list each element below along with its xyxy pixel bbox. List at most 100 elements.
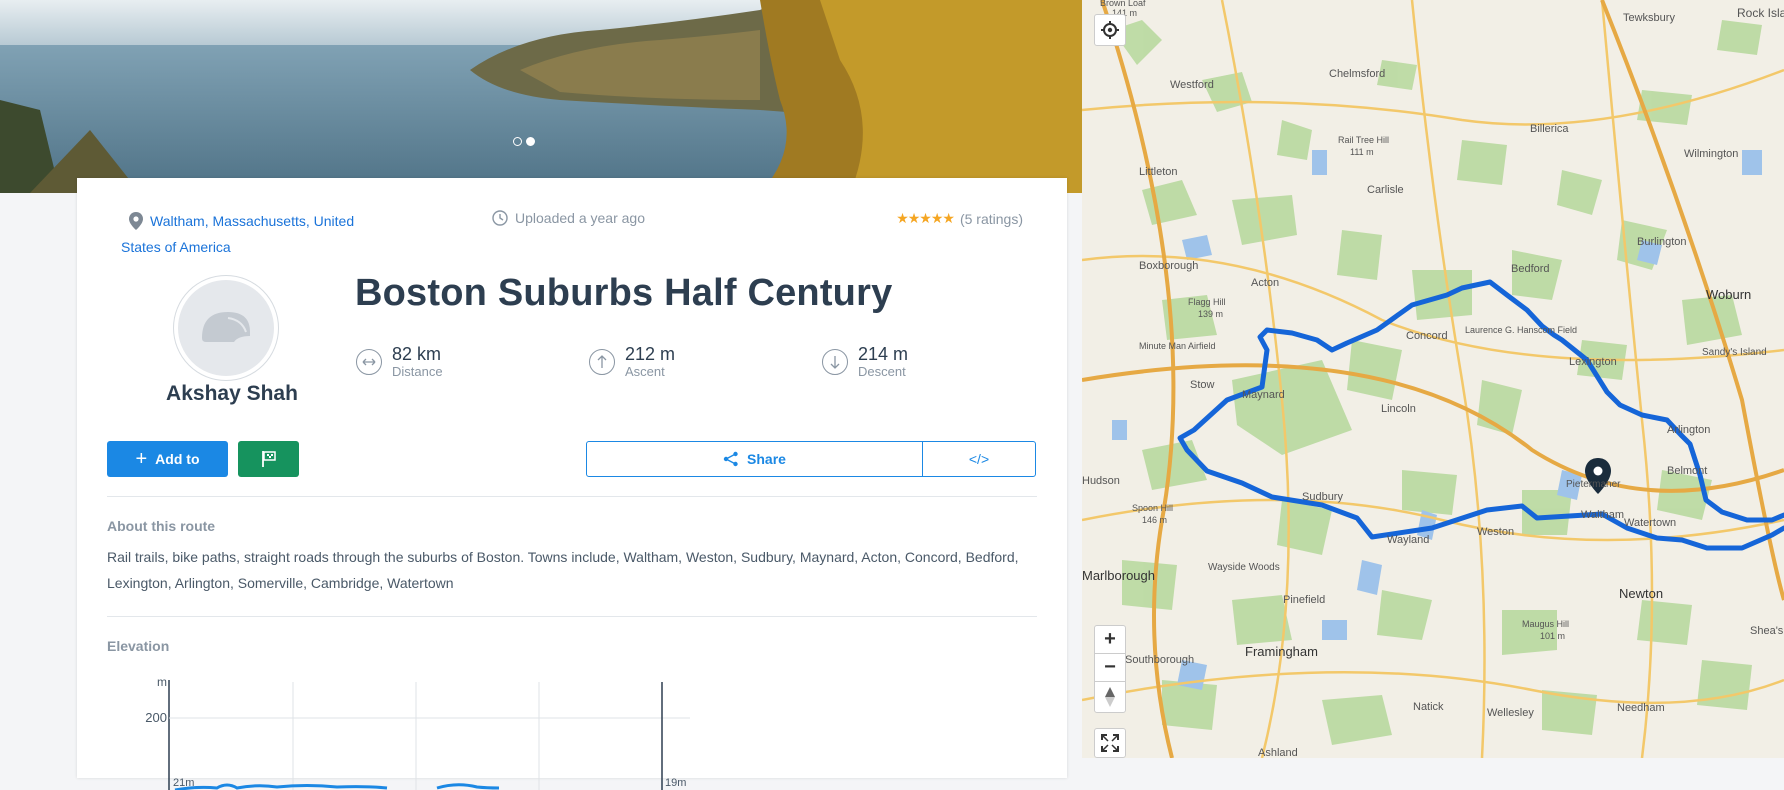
svg-text:Woburn: Woburn bbox=[1706, 287, 1751, 302]
rating-stars[interactable]: ★★★★★ bbox=[896, 210, 955, 227]
fullscreen-button[interactable] bbox=[1094, 728, 1126, 758]
expand-icon bbox=[1101, 734, 1119, 752]
svg-text:Waltham: Waltham bbox=[1581, 509, 1624, 521]
svg-text:Maynard: Maynard bbox=[1242, 389, 1285, 401]
svg-text:Pietermaner: Pietermaner bbox=[1566, 479, 1621, 490]
route-rating[interactable]: ★★★★★ (5 ratings) bbox=[896, 210, 1023, 227]
descent-value: 214 m bbox=[858, 344, 909, 364]
elevation-profile-line bbox=[174, 783, 500, 790]
location-text[interactable]: Waltham, Massachusetts, United States of… bbox=[121, 208, 381, 260]
stat-descent: 214 m Descent bbox=[822, 344, 908, 380]
svg-text:Littleton: Littleton bbox=[1139, 166, 1178, 178]
svg-text:Stow: Stow bbox=[1190, 379, 1215, 391]
svg-text:Flagg Hill: Flagg Hill bbox=[1188, 297, 1226, 307]
share-button[interactable]: Share bbox=[586, 441, 923, 477]
elevation-end-label: 19m bbox=[665, 777, 686, 789]
page-title: Boston Suburbs Half Century bbox=[355, 272, 893, 314]
distance-value: 82 km bbox=[392, 344, 442, 364]
arrow-up-icon bbox=[589, 349, 615, 375]
svg-text:Natick: Natick bbox=[1413, 701, 1444, 713]
hero-image bbox=[0, 0, 1082, 193]
zoom-in-button[interactable]: + bbox=[1094, 625, 1126, 654]
uploaded-text: Uploaded a year ago bbox=[515, 210, 645, 226]
svg-text:Billerica: Billerica bbox=[1530, 123, 1569, 135]
svg-text:Ashland: Ashland bbox=[1258, 747, 1298, 758]
embed-button[interactable]: </> bbox=[922, 441, 1036, 477]
add-to-label: Add to bbox=[155, 451, 200, 467]
svg-text:Arlington: Arlington bbox=[1667, 424, 1710, 436]
svg-text:Acton: Acton bbox=[1251, 277, 1279, 289]
rating-count[interactable]: (5 ratings) bbox=[960, 211, 1023, 227]
svg-text:Boxborough: Boxborough bbox=[1139, 260, 1198, 272]
route-map[interactable]: Tewksbury Rock Island Brown Loaf 141 m C… bbox=[1082, 0, 1784, 758]
divider bbox=[107, 616, 1037, 617]
svg-text:Wayland: Wayland bbox=[1387, 534, 1429, 546]
arrow-down-icon bbox=[822, 349, 848, 375]
svg-text:Sudbury: Sudbury bbox=[1302, 491, 1343, 503]
author-name[interactable]: Akshay Shah bbox=[117, 382, 347, 406]
carousel-dot-2[interactable] bbox=[526, 137, 535, 146]
svg-text:Laurence G. Hanscom Field: Laurence G. Hanscom Field bbox=[1465, 325, 1577, 335]
avatar[interactable] bbox=[174, 276, 278, 380]
elevation-heading: Elevation bbox=[107, 638, 170, 654]
svg-text:Hudson: Hudson bbox=[1082, 475, 1120, 487]
svg-text:Sandy's Island: Sandy's Island bbox=[1702, 347, 1767, 358]
code-icon: </> bbox=[968, 451, 990, 467]
locate-button[interactable] bbox=[1094, 14, 1126, 46]
zoom-out-button[interactable]: − bbox=[1094, 653, 1126, 682]
svg-text:Watertown: Watertown bbox=[1624, 517, 1676, 529]
svg-text:Wilmington: Wilmington bbox=[1684, 148, 1738, 160]
share-label: Share bbox=[747, 451, 786, 467]
elevation-unit: m bbox=[157, 675, 167, 689]
svg-text:Chelmsford: Chelmsford bbox=[1329, 68, 1385, 80]
location-pin-icon bbox=[129, 212, 143, 230]
flag-icon bbox=[261, 451, 276, 467]
svg-text:Minute Man Airfield: Minute Man Airfield bbox=[1139, 341, 1216, 351]
zoom-in-label: + bbox=[1104, 628, 1116, 650]
ascent-label: Ascent bbox=[625, 364, 665, 379]
carousel-dot-1[interactable] bbox=[513, 137, 522, 146]
compass-icon bbox=[1105, 687, 1115, 707]
map-canvas: Tewksbury Rock Island Brown Loaf 141 m C… bbox=[1082, 0, 1784, 758]
svg-text:Tewksbury: Tewksbury bbox=[1623, 12, 1675, 24]
svg-text:Wellesley: Wellesley bbox=[1487, 707, 1534, 719]
upload-info: Uploaded a year ago bbox=[492, 210, 645, 226]
descent-label: Descent bbox=[858, 364, 906, 379]
route-location[interactable]: Waltham, Massachusetts, United States of… bbox=[121, 208, 381, 260]
ascent-value: 212 m bbox=[625, 344, 676, 364]
svg-text:Newton: Newton bbox=[1619, 586, 1663, 601]
stat-ascent: 212 m Ascent bbox=[589, 344, 675, 380]
svg-text:Wayside Woods: Wayside Woods bbox=[1208, 562, 1280, 573]
compass-button[interactable] bbox=[1094, 681, 1126, 713]
svg-text:Carlisle: Carlisle bbox=[1367, 184, 1404, 196]
svg-text:146 m: 146 m bbox=[1142, 515, 1167, 525]
svg-text:Belmont: Belmont bbox=[1667, 465, 1707, 477]
svg-text:Brown Loaf: Brown Loaf bbox=[1100, 0, 1146, 8]
crosshair-icon bbox=[1101, 21, 1119, 39]
svg-text:139 m: 139 m bbox=[1198, 309, 1223, 319]
flag-button[interactable] bbox=[238, 441, 299, 477]
distance-icon bbox=[356, 349, 382, 375]
svg-text:Southborough: Southborough bbox=[1125, 654, 1194, 666]
helmet-icon bbox=[202, 312, 250, 342]
svg-text:Bedford: Bedford bbox=[1511, 263, 1550, 275]
svg-text:Weston: Weston bbox=[1477, 526, 1514, 538]
route-detail-card: Waltham, Massachusetts, United States of… bbox=[77, 178, 1067, 790]
divider bbox=[107, 496, 1037, 497]
svg-text:Burlington: Burlington bbox=[1637, 236, 1687, 248]
svg-text:Spoon Hill: Spoon Hill bbox=[1132, 503, 1173, 513]
svg-text:Rail Tree Hill: Rail Tree Hill bbox=[1338, 135, 1389, 145]
add-to-button[interactable]: + Add to bbox=[107, 441, 228, 477]
svg-text:Needham: Needham bbox=[1617, 702, 1665, 714]
svg-text:Lincoln: Lincoln bbox=[1381, 403, 1416, 415]
svg-text:Marlborough: Marlborough bbox=[1082, 568, 1155, 583]
elevation-chart[interactable]: m 200 21m 19m bbox=[107, 670, 707, 790]
svg-text:Lexington: Lexington bbox=[1569, 356, 1617, 368]
share-icon bbox=[723, 451, 738, 467]
distance-label: Distance bbox=[392, 364, 443, 379]
svg-text:Rock Island: Rock Island bbox=[1737, 6, 1784, 20]
svg-text:Pinefield: Pinefield bbox=[1283, 594, 1325, 606]
about-text: Rail trails, bike paths, straight roads … bbox=[107, 549, 1019, 591]
plus-icon: + bbox=[135, 448, 148, 470]
svg-text:101 m: 101 m bbox=[1540, 631, 1565, 641]
